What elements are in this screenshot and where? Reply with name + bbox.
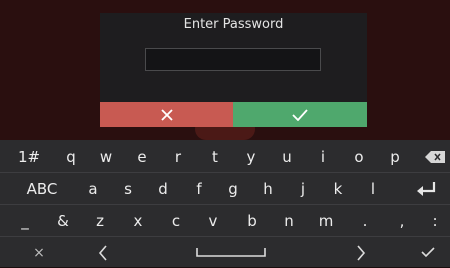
key-backspace[interactable] [420, 142, 450, 171]
key-abc[interactable]: ABC [20, 174, 64, 203]
key-close[interactable]: × [22, 238, 56, 267]
close-icon [160, 108, 173, 121]
key-w[interactable]: w [89, 142, 123, 171]
key-x[interactable]: x [122, 206, 154, 235]
key-l[interactable]: l [357, 174, 389, 203]
keyboard-row-2: ABC a s d f g h j k l [0, 173, 450, 204]
check-icon [421, 247, 435, 258]
backspace-icon [425, 150, 445, 163]
key-ampersand[interactable]: & [48, 206, 78, 235]
key-z[interactable]: z [84, 206, 116, 235]
chevron-right-icon [357, 244, 366, 261]
key-r[interactable]: r [161, 142, 195, 171]
keyboard-row-1: 1# q w e r t y u i o p [0, 141, 450, 172]
enter-icon [417, 181, 436, 196]
key-symbols[interactable]: 1# [12, 142, 46, 171]
key-v[interactable]: v [197, 206, 229, 235]
key-d[interactable]: d [147, 174, 179, 203]
password-input[interactable] [145, 48, 321, 71]
key-n[interactable]: n [273, 206, 305, 235]
key-y[interactable]: y [234, 142, 268, 171]
key-space[interactable] [185, 238, 277, 267]
confirm-button[interactable] [233, 102, 367, 127]
cancel-button[interactable] [100, 102, 233, 127]
keyboard-row-4: × [0, 237, 450, 268]
key-j[interactable]: j [287, 174, 319, 203]
key-i[interactable]: i [306, 142, 340, 171]
key-s[interactable]: s [113, 174, 143, 203]
chevron-left-icon [98, 244, 107, 261]
on-screen-keyboard: 1# q w e r t y u i o p ABC a s d f g h j… [0, 140, 450, 267]
key-k[interactable]: k [322, 174, 354, 203]
key-b[interactable]: b [236, 206, 268, 235]
key-p[interactable]: p [378, 142, 412, 171]
key-g[interactable]: g [217, 174, 249, 203]
key-t[interactable]: t [198, 142, 232, 171]
key-e[interactable]: e [126, 142, 158, 171]
key-a[interactable]: a [78, 174, 108, 203]
key-c[interactable]: c [160, 206, 192, 235]
key-m[interactable]: m [309, 206, 343, 235]
key-enter[interactable] [406, 174, 446, 203]
key-underscore[interactable]: _ [10, 206, 40, 235]
keyboard-row-3: _ & z x c v b n m . , : [0, 205, 450, 236]
key-right[interactable] [346, 238, 376, 267]
key-h[interactable]: h [252, 174, 284, 203]
dialog-title: Enter Password [183, 17, 284, 32]
key-done[interactable] [412, 238, 444, 267]
password-dialog: Enter Password [100, 13, 367, 127]
key-u[interactable]: u [270, 142, 304, 171]
key-colon[interactable]: : [421, 206, 449, 235]
check-icon [292, 108, 308, 121]
space-icon [196, 247, 266, 257]
key-q[interactable]: q [55, 142, 87, 171]
key-o[interactable]: o [342, 142, 376, 171]
key-period[interactable]: . [349, 206, 381, 235]
key-comma[interactable]: , [386, 206, 418, 235]
key-left[interactable] [88, 238, 118, 267]
key-f[interactable]: f [183, 174, 215, 203]
